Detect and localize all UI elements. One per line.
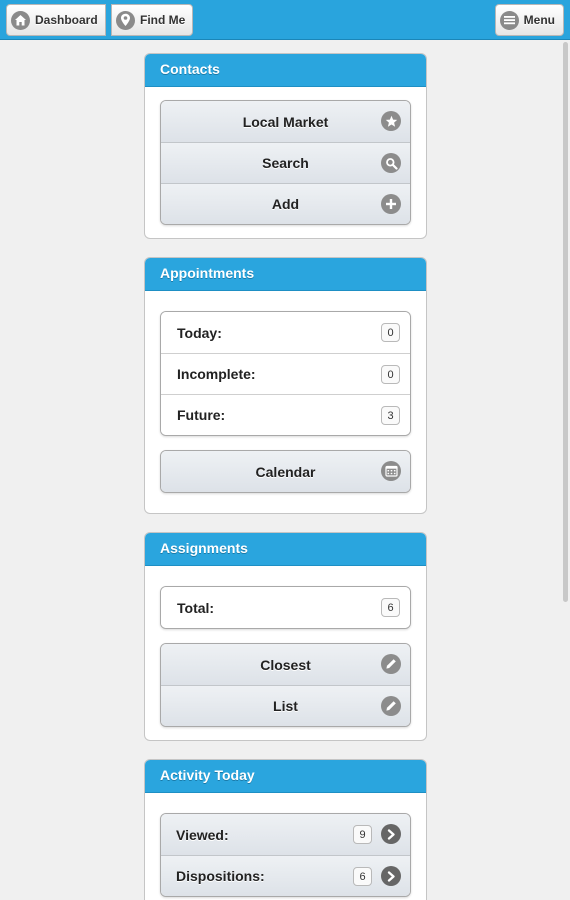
dashboard-button[interactable]: Dashboard bbox=[6, 4, 106, 36]
activity-today-title: Activity Today bbox=[145, 760, 426, 793]
assignments-total-row: Total: 6 bbox=[161, 587, 410, 628]
menu-label: Menu bbox=[523, 13, 555, 27]
closest-label: Closest bbox=[260, 656, 311, 673]
pencil-icon bbox=[381, 696, 401, 716]
appointments-title: Appointments bbox=[145, 258, 426, 291]
today-count-badge: 0 bbox=[381, 323, 400, 342]
calendar-button-group: Calendar bbox=[160, 450, 411, 493]
viewed-button[interactable]: Viewed: 9 bbox=[161, 814, 410, 855]
search-icon bbox=[381, 153, 401, 173]
future-count-badge: 3 bbox=[381, 406, 400, 425]
appointments-incomplete-row: Incomplete: 0 bbox=[161, 353, 410, 394]
local-market-button[interactable]: Local Market bbox=[161, 101, 410, 142]
find-me-button[interactable]: Find Me bbox=[111, 4, 194, 36]
today-label: Today: bbox=[177, 324, 222, 341]
list-label: List bbox=[273, 698, 298, 714]
incomplete-label: Incomplete: bbox=[177, 366, 256, 382]
pencil-icon bbox=[381, 654, 401, 674]
future-label: Future: bbox=[177, 407, 226, 423]
local-market-label: Local Market bbox=[242, 113, 329, 130]
contacts-button-group: Local Market Search Add bbox=[160, 100, 411, 225]
scrollbar[interactable] bbox=[563, 42, 568, 602]
dispositions-count-badge: 6 bbox=[353, 867, 372, 886]
arrow-right-icon bbox=[381, 824, 401, 844]
assignments-panel: Assignments Total: 6 Closest List bbox=[144, 532, 427, 741]
dashboard-label: Dashboard bbox=[35, 13, 98, 27]
add-label: Add bbox=[271, 196, 300, 212]
appointments-counts-group: Today: 0 Incomplete: 0 Future: 3 bbox=[160, 311, 411, 436]
incomplete-count-badge: 0 bbox=[381, 365, 400, 384]
home-icon bbox=[11, 10, 30, 30]
viewed-count-badge: 9 bbox=[353, 825, 372, 844]
calendar-icon bbox=[381, 461, 401, 481]
search-button[interactable]: Search bbox=[161, 142, 410, 183]
calendar-label: Calendar bbox=[255, 463, 316, 480]
assignments-title: Assignments bbox=[145, 533, 426, 566]
total-count-badge: 6 bbox=[381, 598, 400, 617]
appointments-today-row: Today: 0 bbox=[161, 312, 410, 353]
calendar-button[interactable]: Calendar bbox=[161, 451, 410, 492]
assignments-total-group: Total: 6 bbox=[160, 586, 411, 629]
location-pin-icon bbox=[116, 10, 135, 30]
appointments-future-row: Future: 3 bbox=[161, 394, 410, 435]
search-label: Search bbox=[262, 155, 309, 171]
closest-button[interactable]: Closest bbox=[161, 644, 410, 685]
find-me-label: Find Me bbox=[140, 13, 186, 27]
add-button[interactable]: Add bbox=[161, 183, 410, 224]
contacts-panel: Contacts Local Market Search Add bbox=[144, 53, 427, 239]
assignments-button-group: Closest List bbox=[160, 643, 411, 727]
dispositions-label: Dispositions: bbox=[176, 868, 265, 884]
dispositions-button[interactable]: Dispositions: 6 bbox=[161, 855, 410, 896]
hamburger-icon bbox=[499, 10, 519, 30]
appointments-panel: Appointments Today: 0 Incomplete: 0 Futu… bbox=[144, 257, 427, 514]
top-toolbar: Dashboard Find Me Menu bbox=[0, 0, 570, 40]
viewed-label: Viewed: bbox=[176, 826, 229, 843]
menu-button[interactable]: Menu bbox=[494, 4, 564, 36]
star-icon bbox=[381, 111, 401, 131]
plus-icon bbox=[381, 194, 401, 214]
activity-button-group: Viewed: 9 Dispositions: 6 bbox=[160, 813, 411, 897]
arrow-right-icon bbox=[381, 866, 401, 886]
list-button[interactable]: List bbox=[161, 685, 410, 726]
contacts-title: Contacts bbox=[145, 54, 426, 87]
total-label: Total: bbox=[177, 599, 215, 616]
activity-today-panel: Activity Today Viewed: 9 Dispositions: 6 bbox=[144, 759, 427, 900]
